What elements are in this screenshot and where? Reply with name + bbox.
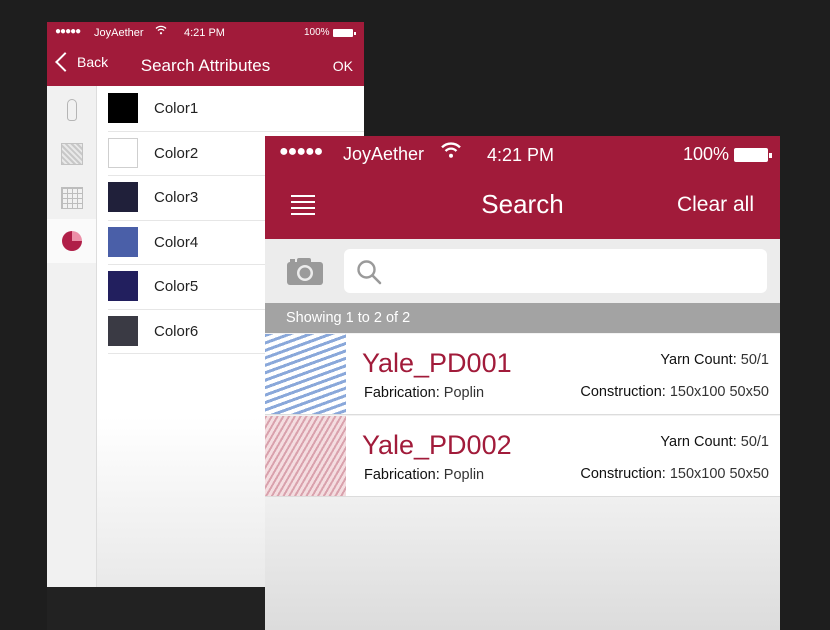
yarn-count-label: Yarn Count:: [660, 434, 737, 450]
search-icon: [356, 259, 382, 285]
fabric-category-tab[interactable]: [47, 132, 96, 176]
fabrication-value: Poplin: [443, 385, 485, 401]
color-label: Color2: [154, 144, 199, 162]
battery-percent: 100%: [683, 144, 730, 164]
yarn-count-label: Yarn Count:: [660, 352, 737, 368]
item-fabrication: Fabrication: Poplin: [364, 467, 484, 483]
carrier-name: JoyAether: [94, 27, 144, 39]
color-label: Color3: [154, 189, 199, 206]
search-screen: ●●●●● JoyAether 4:21 PM 100% Search Clea…: [265, 136, 780, 630]
fabrication-label: Fabrication:: [364, 385, 440, 401]
item-construction: Construction: 150x100 50x50: [580, 384, 769, 400]
item-construction: Construction: 150x100 50x50: [580, 466, 769, 482]
item-yarn-count: Yarn Count: 50/1: [660, 434, 769, 450]
thread-category-tab[interactable]: [47, 88, 96, 132]
status-time: 4:21 PM: [184, 27, 225, 39]
color-label: Color1: [154, 100, 199, 117]
search-header: ●●●●● JoyAether 4:21 PM 100% Search Clea…: [265, 136, 780, 239]
weave-category-tab[interactable]: [47, 176, 96, 220]
color-swatch: [108, 226, 138, 257]
construction-label: Construction:: [580, 384, 666, 400]
result-item[interactable]: Yale_PD001 Fabrication: Poplin Yarn Coun…: [265, 334, 780, 415]
color-pie-icon: [61, 231, 82, 251]
construction-value: 150x100 50x50: [669, 466, 769, 482]
color-swatch: [108, 93, 138, 123]
thread-icon: [66, 99, 77, 121]
item-name: Yale_PD002: [362, 430, 512, 460]
battery-percent: 100%: [304, 27, 330, 38]
color-label: Color6: [154, 322, 199, 340]
search-input[interactable]: [344, 249, 767, 293]
signal-dots: ●●●●●: [55, 26, 81, 37]
attribute-category-sidebar: [47, 86, 97, 587]
color-swatch: [108, 137, 138, 168]
item-yarn-count: Yarn Count: 50/1: [660, 352, 769, 368]
item-fabrication: Fabrication: Poplin: [364, 385, 484, 401]
status-time: 4:21 PM: [487, 145, 555, 165]
item-name: Yale_PD001: [362, 348, 512, 378]
color-label: Color5: [154, 278, 199, 295]
color-swatch: [108, 271, 138, 301]
result-item[interactable]: Yale_PD002 Fabrication: Poplin Yarn Coun…: [265, 416, 780, 497]
result-count-text: Showing 1 to 2 of 2: [286, 310, 411, 326]
color-category-tab[interactable]: [47, 219, 96, 263]
grid-icon: [60, 187, 83, 209]
camera-icon[interactable]: [286, 256, 324, 286]
status-bar: ●●●●● JoyAether 4:21 PM 100%: [265, 136, 780, 172]
carrier-name: JoyAether: [343, 144, 425, 164]
attributes-title: Search Attributes: [140, 56, 271, 75]
construction-value: 150x100 50x50: [669, 384, 769, 400]
attributes-header: ●●●●● JoyAether 4:21 PM 100% Back Search…: [47, 22, 364, 86]
color-swatch: [108, 315, 138, 346]
fabrication-value: Poplin: [443, 467, 485, 483]
clear-all-button[interactable]: Clear all: [677, 193, 754, 217]
fabric-texture-icon: [60, 143, 83, 165]
device-bottom-edge: [47, 587, 265, 630]
ok-button[interactable]: OK: [333, 58, 353, 74]
wifi-icon: [155, 25, 167, 38]
fabric-thumbnail: [265, 416, 346, 496]
attributes-navbar: Back Search Attributes OK: [47, 44, 364, 86]
color-option[interactable]: Color1: [108, 87, 364, 132]
search-navbar: Search Clear all: [265, 172, 780, 239]
yarn-count-value: 50/1: [740, 352, 769, 368]
status-bar: ●●●●● JoyAether 4:21 PM 100%: [47, 22, 364, 44]
signal-dots: ●●●●●: [279, 143, 323, 160]
result-count-bar: Showing 1 to 2 of 2: [265, 303, 780, 333]
yarn-count-value: 50/1: [740, 434, 769, 450]
color-swatch: [108, 182, 138, 212]
wifi-icon: [440, 141, 462, 164]
fabric-thumbnail: [265, 334, 346, 414]
search-bar-area: [265, 239, 780, 303]
battery-icon: [734, 148, 772, 162]
battery-icon: [333, 29, 356, 37]
construction-label: Construction:: [580, 466, 666, 482]
color-label: Color4: [154, 233, 199, 251]
fabrication-label: Fabrication:: [364, 467, 440, 483]
